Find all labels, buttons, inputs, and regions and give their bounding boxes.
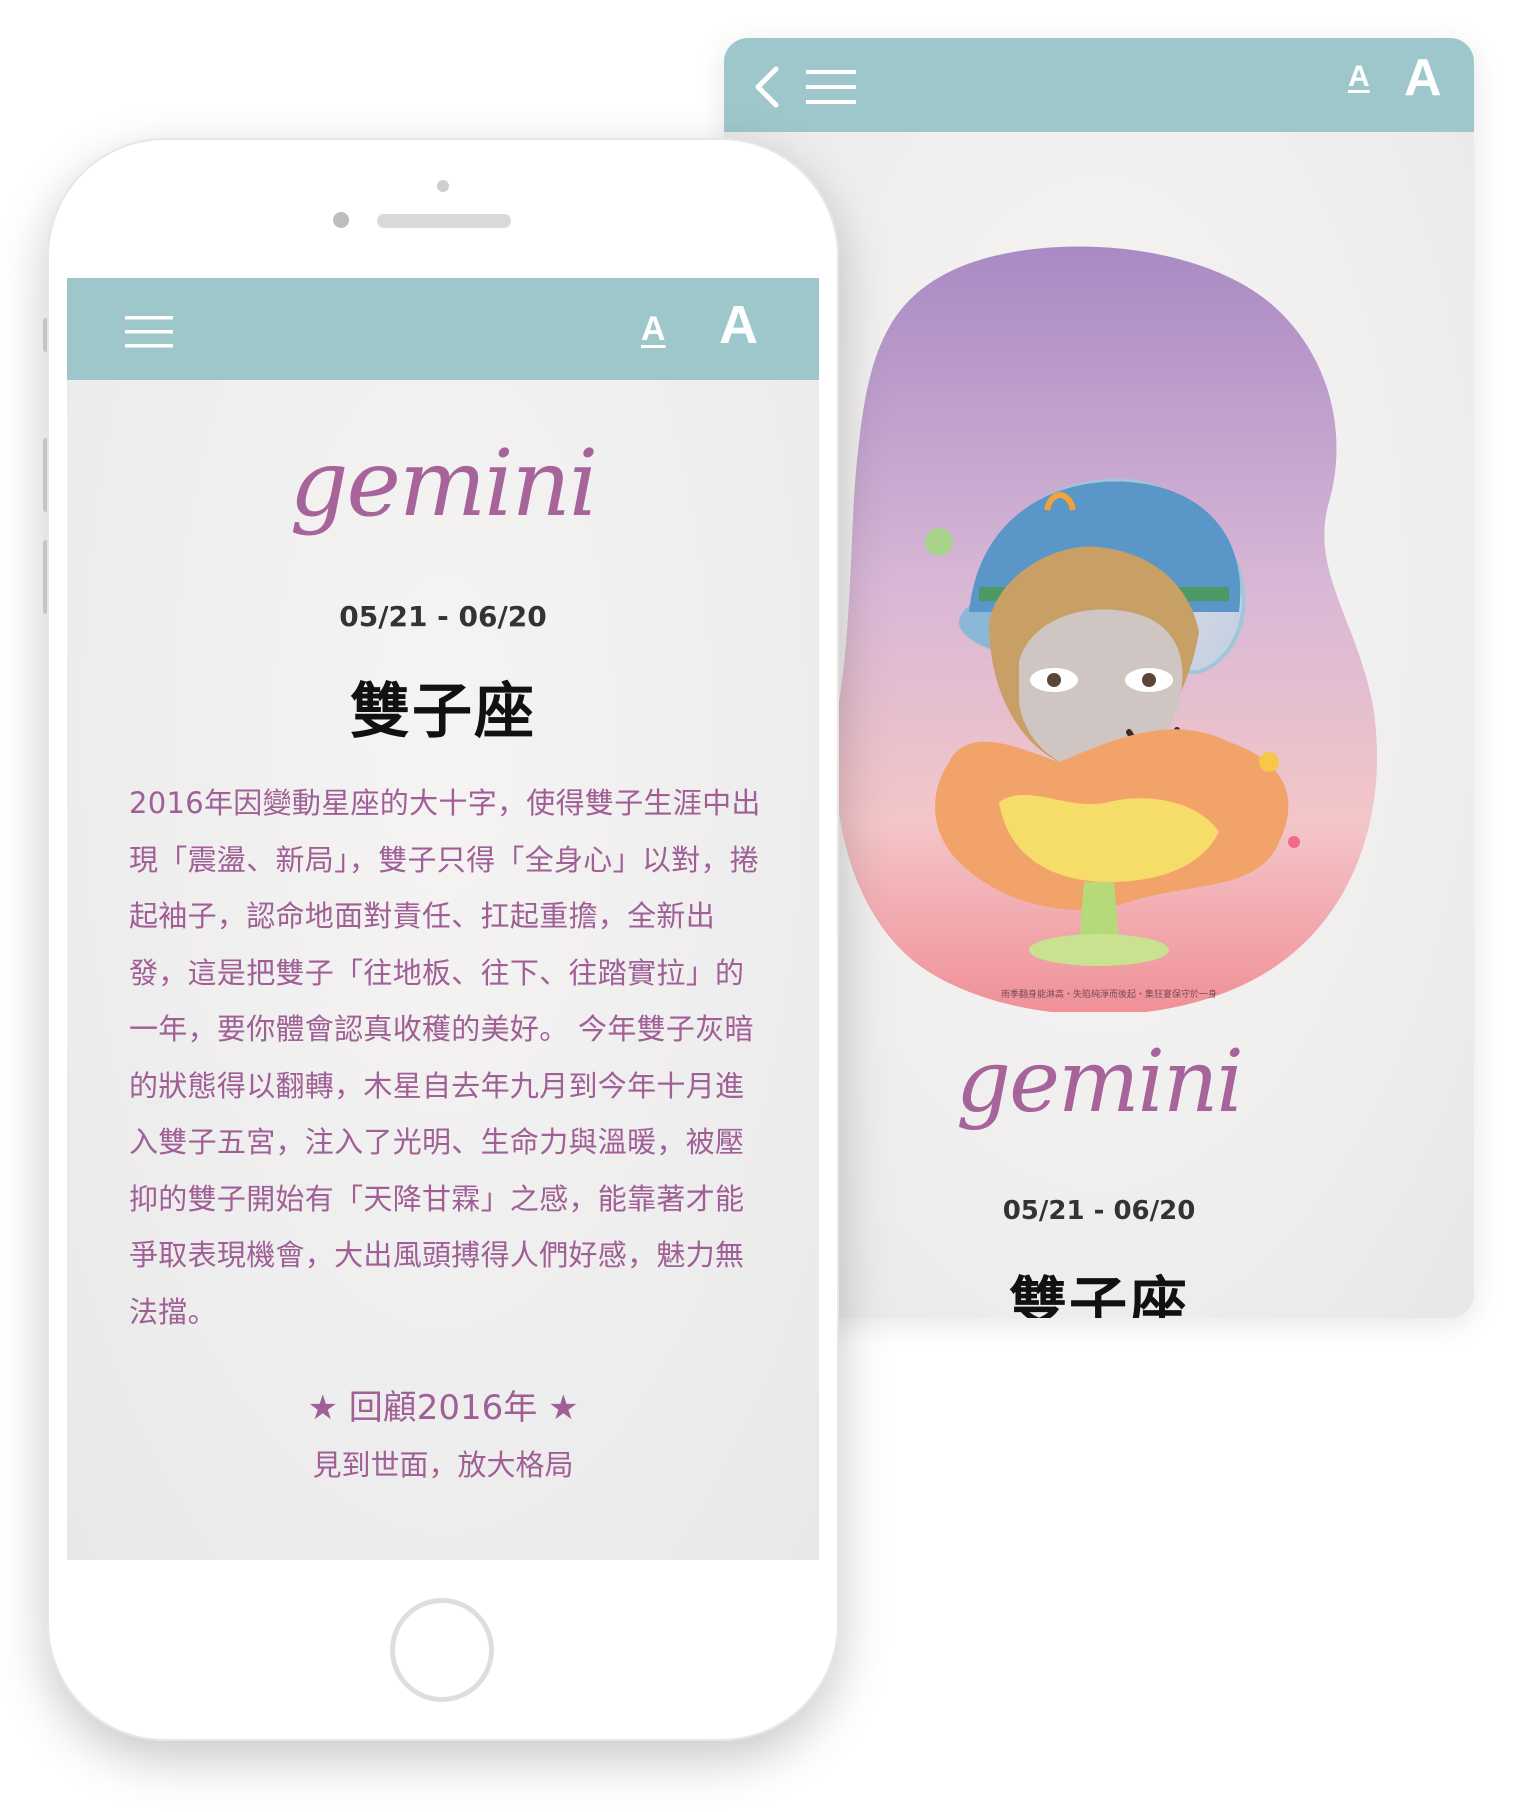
back-arrow-icon[interactable] [752,65,782,109]
font-size-small-icon[interactable]: A [641,310,666,349]
review-title: 回顧2016年 [348,1388,538,1428]
menu-icon[interactable] [125,314,173,350]
review-heading: ★ 回顧2016年 ★ [67,1380,819,1429]
star-icon: ★ [548,1388,579,1428]
font-size-large-icon[interactable]: A [1404,48,1442,108]
font-size-large-icon[interactable]: A [719,294,758,356]
home-button[interactable] [390,1598,494,1702]
phone-frame: A A gemini 05/21 - 06/20 雙子座 2016年因變動星座的… [47,138,839,1741]
sign-name-chinese: 雙子座 [350,677,536,747]
star-icon: ★ [307,1388,338,1428]
app-topbar: A A [67,278,819,380]
illustration-caption: 雨季翻身能淋高・失陷純淨而後起・集狂宴保守於一身 [1001,988,1217,1000]
font-size-small-icon[interactable]: A [1348,60,1370,94]
phone-screen: A A gemini 05/21 - 06/20 雙子座 2016年因變動星座的… [67,278,819,1560]
front-sensor [437,180,449,192]
horoscope-description: 2016年因變動星座的大十字，使得雙子生涯中出現「震盪、新局」，雙子只得「全身心… [129,786,761,1329]
sign-date-range: 05/21 - 06/20 [339,600,547,633]
menu-icon[interactable] [806,68,856,106]
back-screen-topbar: A A [724,38,1474,132]
earpiece-speaker [377,214,511,228]
review-subtitle: 見到世面，放大格局 [312,1448,574,1482]
sign-name-script: gemini [289,430,599,537]
front-camera [333,212,349,228]
horoscope-content: gemini 05/21 - 06/20 雙子座 2016年因變動星座的大十字，… [67,380,819,1560]
gemini-illustration: 雨季翻身能淋高・失陷純淨而後起・集狂宴保守於一身 [834,246,1377,1012]
